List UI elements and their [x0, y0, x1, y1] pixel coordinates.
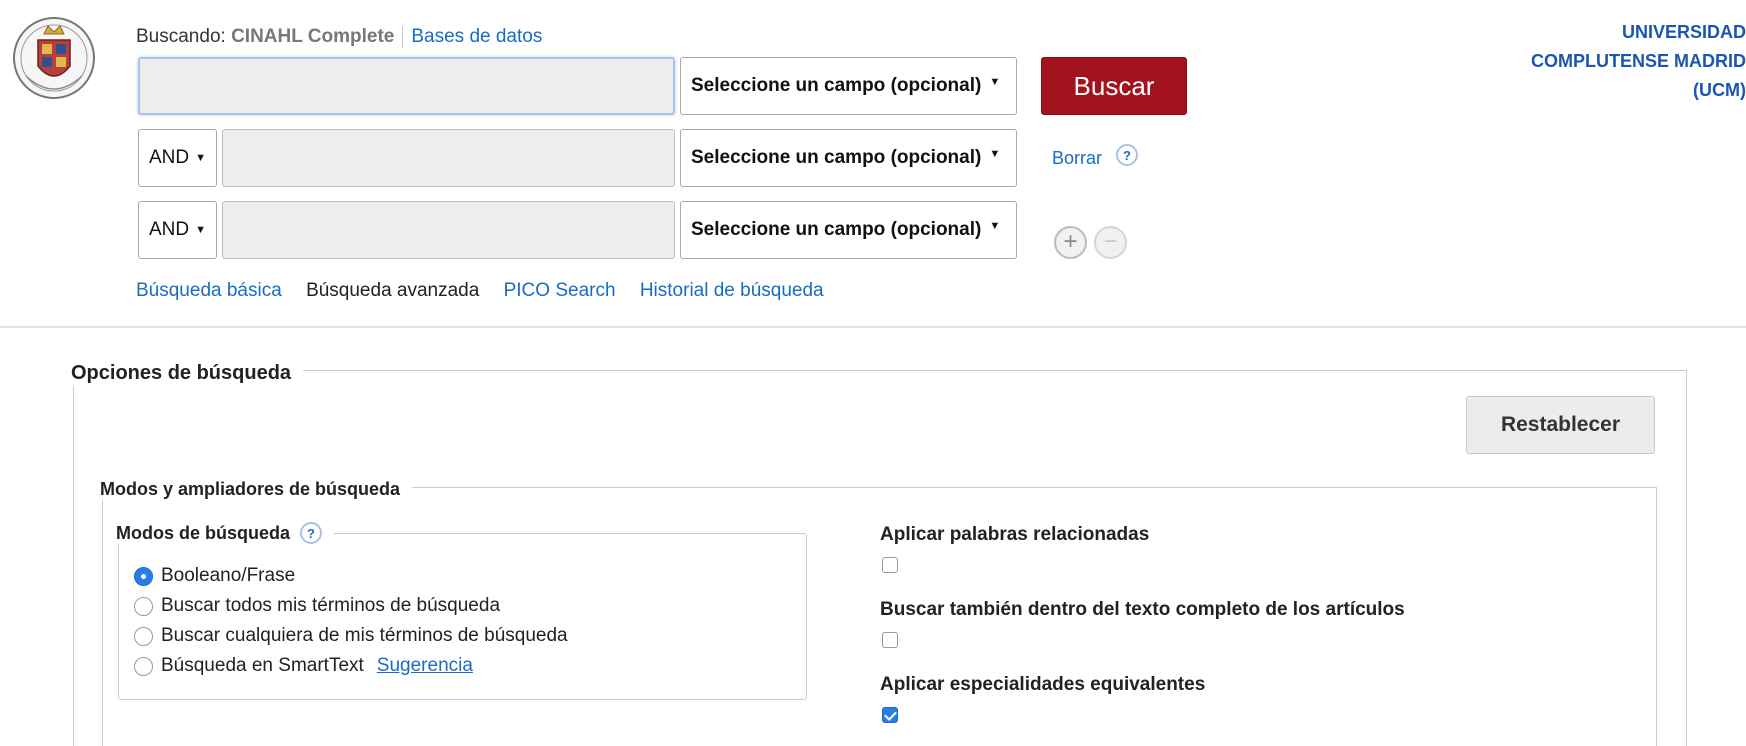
help-icon[interactable]: ? — [300, 522, 323, 544]
modes-expanders-title: Modos y ampliadores de búsqueda — [100, 479, 413, 500]
mode-label: Búsqueda en SmartText — [161, 655, 364, 676]
tab-search-history[interactable]: Historial de búsqueda — [640, 280, 824, 301]
caret-down-icon: ▼ — [195, 152, 207, 164]
databases-link[interactable]: Bases de datos — [411, 26, 542, 47]
field-select-3[interactable]: Seleccione un campo (opcional) ▼ — [680, 201, 1017, 259]
search-button[interactable]: Buscar — [1041, 57, 1187, 115]
operator-label: AND — [149, 147, 190, 168]
mode-boolean-phrase[interactable]: Booleano/Frase — [134, 565, 295, 587]
radio-icon[interactable] — [134, 656, 153, 676]
mode-label: Buscar todos mis términos de búsqueda — [161, 595, 501, 616]
plus-circle-icon[interactable]: + — [1054, 226, 1087, 259]
expander-related-words-label: Aplicar palabras relacionadas — [880, 524, 1150, 545]
minus-circle-icon[interactable]: − — [1094, 226, 1127, 259]
institution-line: UNIVERSIDAD — [1621, 22, 1746, 42]
search-header: Buscando: CINAHL Complete Bases de datos … — [0, 0, 1746, 328]
smarttext-hint-link[interactable]: Sugerencia — [377, 655, 473, 677]
expander-fulltext-checkbox[interactable] — [882, 632, 898, 648]
expander-fulltext-label: Buscar también dentro del texto completo… — [880, 599, 1405, 620]
caret-down-icon: ▼ — [989, 76, 1001, 88]
mode-label: Buscar cualquiera de mis términos de bús… — [161, 625, 568, 646]
caret-down-icon: ▼ — [195, 224, 207, 236]
search-type-tabs: Búsqueda básica Búsqueda avanzada PICO S… — [136, 280, 843, 302]
field-select-1[interactable]: Seleccione un campo (opcional) ▼ — [680, 57, 1017, 115]
search-input-3[interactable] — [222, 201, 675, 259]
institution-line: (UCM) — [1693, 80, 1746, 100]
help-icon[interactable]: ? — [1116, 144, 1138, 166]
field-select-2[interactable]: Seleccione un campo (opcional) ▼ — [680, 129, 1017, 187]
reset-button[interactable]: Restablecer — [1466, 396, 1655, 454]
divider — [402, 26, 404, 48]
field-select-label: Seleccione un campo (opcional) — [691, 219, 982, 240]
caret-down-icon: ▼ — [989, 220, 1001, 232]
radio-icon[interactable] — [134, 626, 153, 646]
tab-advanced-search[interactable]: Búsqueda avanzada — [306, 280, 479, 301]
ucm-crest-logo — [13, 17, 95, 99]
mode-any-terms[interactable]: Buscar cualquiera de mis términos de bús… — [134, 625, 568, 647]
operator-label: AND — [149, 219, 190, 240]
expander-equivalent-subjects-label: Aplicar especialidades equivalentes — [880, 674, 1206, 695]
mode-all-terms[interactable]: Buscar todos mis términos de búsqueda — [134, 595, 500, 617]
tab-pico-search[interactable]: PICO Search — [504, 280, 616, 301]
search-input-2[interactable] — [222, 129, 675, 187]
searching-label: Buscando: — [136, 26, 226, 48]
database-name: CINAHL Complete — [231, 26, 395, 48]
operator-select-2[interactable]: AND ▼ — [138, 129, 217, 187]
mode-smarttext[interactable]: Búsqueda en SmartText Sugerencia — [134, 655, 473, 677]
mode-label: Booleano/Frase — [161, 565, 296, 586]
radio-icon[interactable] — [134, 596, 153, 616]
search-modes-title: Modos de búsqueda ? — [116, 522, 335, 544]
expander-related-words-checkbox[interactable] — [882, 557, 898, 573]
radio-selected-icon[interactable] — [134, 566, 153, 586]
tab-basic-search[interactable]: Búsqueda básica — [136, 280, 282, 301]
field-select-label: Seleccione un campo (opcional) — [691, 147, 982, 168]
search-modes-label: Modos de búsqueda — [116, 522, 291, 543]
clear-link[interactable]: Borrar — [1052, 148, 1102, 169]
institution-line: COMPLUTENSE MADRID — [1531, 51, 1746, 71]
caret-down-icon: ▼ — [989, 148, 1001, 160]
institution-name: UNIVERSIDAD COMPLUTENSE MADRID (UCM) — [1490, 18, 1746, 105]
search-input-1[interactable] — [138, 57, 675, 115]
expander-equivalent-subjects-checkbox[interactable] — [882, 707, 898, 723]
searching-in: Buscando: CINAHL Complete Bases de datos — [136, 26, 542, 48]
operator-select-3[interactable]: AND ▼ — [138, 201, 217, 259]
search-options-title: Opciones de búsqueda — [71, 362, 304, 385]
field-select-label: Seleccione un campo (opcional) — [691, 75, 982, 96]
